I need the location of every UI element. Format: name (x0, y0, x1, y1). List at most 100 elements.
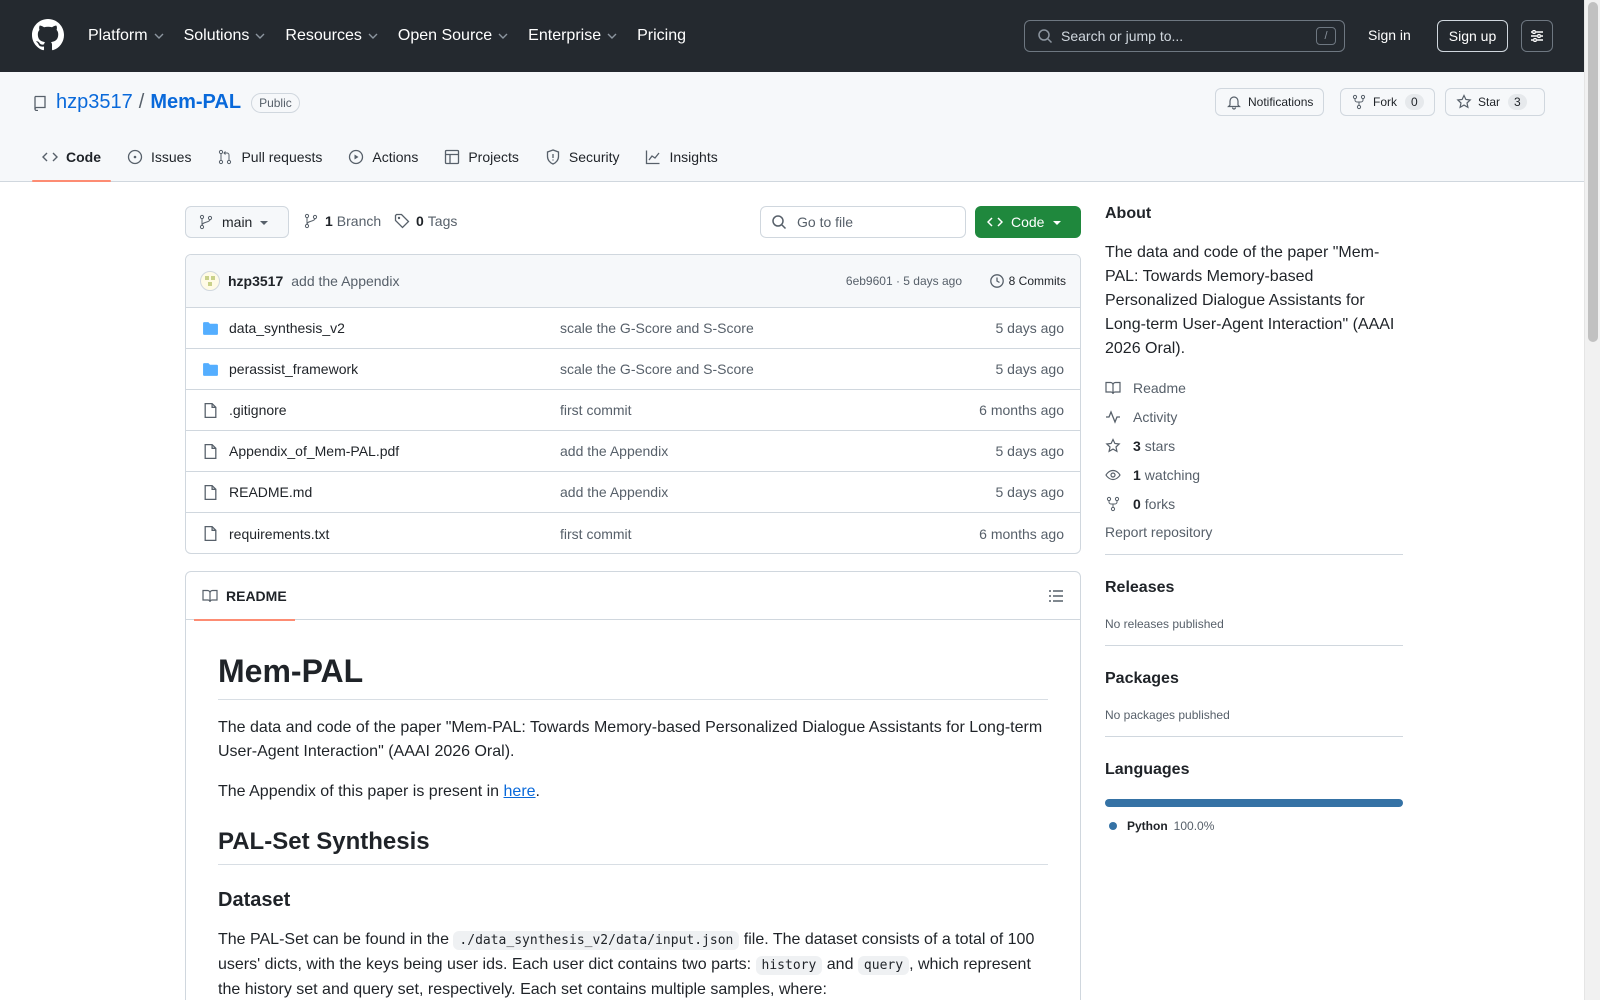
file-commit-message[interactable]: add the Appendix (560, 443, 668, 459)
branches-link[interactable]: 1 Branch (303, 213, 381, 229)
file-commit-message[interactable]: first commit (560, 526, 632, 542)
readme-link[interactable]: Readme (1105, 373, 1403, 402)
go-to-file-placeholder: Go to file (797, 214, 854, 230)
repo-separator: / (138, 91, 145, 113)
sign-up-button[interactable]: Sign up (1437, 20, 1508, 52)
languages-section: Languages Python 100.0% (1105, 736, 1403, 833)
releases-heading[interactable]: Releases (1105, 579, 1403, 597)
file-name[interactable]: data_synthesis_v2 (229, 320, 559, 336)
file-row[interactable]: requirements.txt first commit 6 months a… (186, 513, 1080, 553)
table-of-contents-icon[interactable] (1048, 588, 1064, 604)
table-icon (445, 149, 460, 165)
readme-tab-label: README (226, 588, 287, 604)
file-commit-message[interactable]: scale the G-Score and S-Score (560, 361, 754, 377)
file-commit-message[interactable]: add the Appendix (560, 484, 668, 500)
file-name[interactable]: Appendix_of_Mem-PAL.pdf (229, 443, 559, 459)
star-button[interactable]: Star 3 (1445, 88, 1545, 116)
commit-author-link[interactable]: hzp3517 (228, 273, 283, 289)
nav-resources[interactable]: Resources (285, 27, 378, 45)
file-row[interactable]: data_synthesis_v2 scale the G-Score and … (186, 308, 1080, 349)
graph-icon (646, 150, 660, 165)
subsection-heading: Dataset (218, 889, 291, 912)
go-to-file-input[interactable]: Go to file (760, 206, 966, 238)
file-name[interactable]: README.md (229, 484, 559, 500)
inline-code-history: history (755, 956, 823, 976)
readme-link-label: Readme (1133, 379, 1186, 396)
file-commit-message[interactable]: scale the G-Score and S-Score (560, 320, 754, 336)
tab-security[interactable]: Security (535, 132, 630, 182)
tab-actions[interactable]: Actions (338, 132, 428, 182)
star-icon (1456, 94, 1472, 109)
avatar[interactable] (200, 271, 220, 291)
nav-open-source[interactable]: Open Source (398, 27, 508, 45)
file-commit-message[interactable]: first commit (560, 402, 632, 418)
tab-projects[interactable]: Projects (434, 132, 529, 182)
tab-issues[interactable]: Issues (117, 132, 201, 182)
file-name[interactable]: requirements.txt (229, 526, 559, 542)
file-row[interactable]: Appendix_of_Mem-PAL.pdf add the Appendix… (186, 431, 1080, 472)
repo-owner-link[interactable]: hzp3517 (56, 91, 133, 114)
commits-history-link[interactable]: 8 Commits (989, 273, 1066, 289)
pull-request-icon (219, 149, 232, 165)
github-logo-icon[interactable] (32, 19, 64, 51)
pulse-icon (1106, 409, 1120, 424)
readme-intro: The data and code of the paper "Mem-PAL:… (218, 719, 1043, 761)
file-name[interactable]: perassist_framework (229, 361, 559, 377)
file-name[interactable]: .gitignore (229, 402, 559, 418)
nav-resources-label: Resources (285, 27, 362, 44)
commit-message-link[interactable]: add the Appendix (291, 273, 399, 289)
fork-button[interactable]: Fork 0 (1340, 88, 1435, 116)
branch-selector[interactable]: main (185, 206, 289, 238)
readme-tab[interactable]: README (194, 572, 295, 621)
tab-insights[interactable]: Insights (635, 132, 727, 182)
chevron-down-icon (255, 33, 265, 39)
file-date: 5 days ago (995, 443, 1065, 459)
sliders-icon (1531, 30, 1543, 42)
packages-heading[interactable]: Packages (1105, 670, 1403, 688)
nav-pricing[interactable]: Pricing (637, 27, 686, 45)
forks-link[interactable]: 0 forks (1105, 489, 1403, 518)
branch-icon (304, 213, 318, 229)
language-percent: 100.0% (1173, 819, 1215, 833)
chevron-down-icon (368, 33, 378, 39)
nav-platform-label: Platform (88, 27, 148, 44)
tags-link[interactable]: 0 Tags (394, 213, 457, 229)
file-row[interactable]: perassist_framework scale the G-Score an… (186, 349, 1080, 390)
nav-solutions[interactable]: Solutions (184, 27, 266, 45)
nav-solutions-label: Solutions (183, 27, 250, 44)
scrollbar-thumb[interactable] (1588, 2, 1598, 342)
page-scrollbar[interactable] (1584, 0, 1600, 1000)
sign-in-link[interactable]: Sign in (1368, 27, 1411, 43)
activity-link[interactable]: Activity (1105, 402, 1403, 431)
tag-label: Tags (427, 213, 458, 229)
stars-link[interactable]: 3 stars (1105, 431, 1403, 460)
language-item[interactable]: Python 100.0% (1105, 819, 1403, 833)
notifications-button[interactable]: Notifications (1215, 88, 1325, 116)
tab-projects-label: Projects (468, 149, 519, 165)
file-toolbar: main 1 Branch 0 Tags Go to file Code (185, 206, 1081, 238)
file-row[interactable]: README.md add the Appendix 5 days ago (186, 472, 1080, 513)
tab-pull-requests[interactable]: Pull requests (207, 132, 332, 182)
slash-shortcut-key: / (1316, 27, 1336, 45)
report-repository-link[interactable]: Report repository (1105, 524, 1403, 540)
menu-button[interactable] (1521, 20, 1553, 52)
folder-icon (203, 362, 218, 376)
dataset-text-c: and (822, 956, 858, 974)
fork-label: Fork (1373, 95, 1397, 109)
appendix-link[interactable]: here (504, 783, 536, 800)
dataset-paragraph: The PAL-Set can be found in the ./data_s… (218, 928, 1048, 1000)
identicon-icon (205, 276, 215, 286)
global-search-input[interactable]: Search or jump to... / (1024, 20, 1345, 52)
code-icon (42, 152, 58, 162)
file-row[interactable]: .gitignore first commit 6 months ago (186, 390, 1080, 431)
commit-hash-time[interactable]: 6eb9601 · 5 days ago (846, 274, 962, 288)
code-download-button[interactable]: Code (975, 206, 1081, 238)
tab-code[interactable]: Code (32, 132, 111, 182)
readme-header: README (186, 572, 1080, 621)
stars-label: stars (1144, 437, 1176, 454)
repo-name-link[interactable]: Mem-PAL (150, 91, 241, 114)
nav-enterprise[interactable]: Enterprise (528, 27, 617, 45)
watchers-link[interactable]: 1 watching (1105, 460, 1403, 489)
eye-icon (1105, 469, 1121, 480)
nav-platform[interactable]: Platform (88, 27, 164, 45)
